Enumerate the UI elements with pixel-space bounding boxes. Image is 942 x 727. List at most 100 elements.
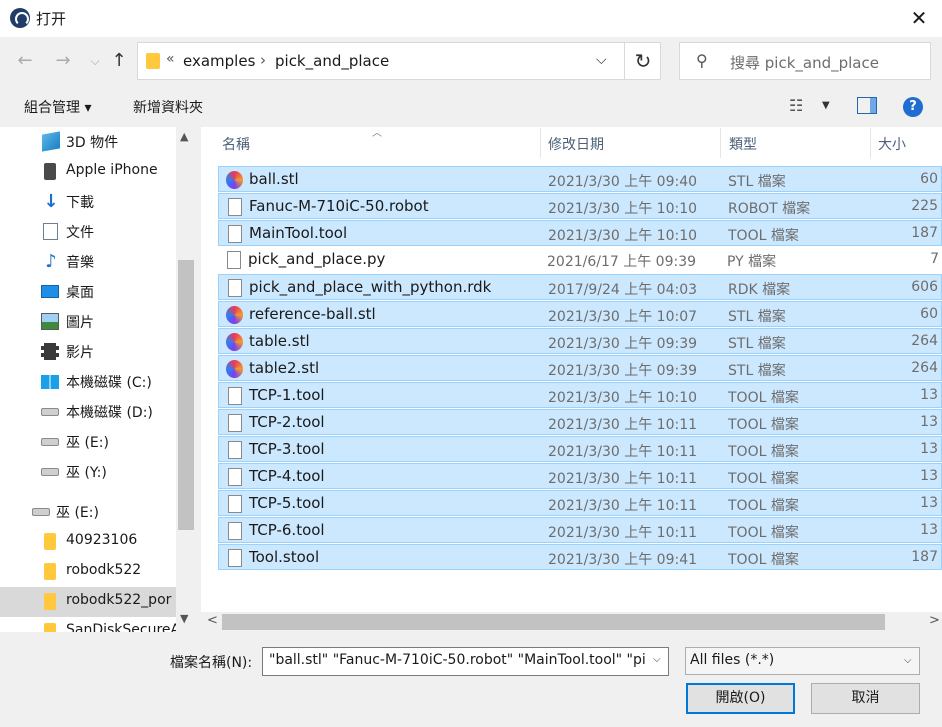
forward-button[interactable]: → (48, 46, 78, 76)
file-type: STL 檔案 (728, 363, 786, 379)
drive-icon (41, 468, 59, 476)
table-row[interactable]: table.stl 2021/3/30 上午 09:39 STL 檔案 264 (218, 328, 942, 354)
open-button[interactable]: 開啟(O) (686, 683, 795, 714)
search-box[interactable]: ⚲ 搜尋 pick_and_place (679, 42, 931, 80)
column-header-date[interactable]: 修改日期 (548, 134, 604, 154)
file-date: 2021/3/30 上午 10:10 (548, 390, 698, 406)
file-size: 606 (911, 279, 938, 295)
horizontal-scroll-thumb[interactable] (222, 614, 885, 630)
file-type-filter[interactable]: All files (*.*) ⌵ (685, 647, 920, 675)
sidebar-item-downloads[interactable]: ↓ 下載 (0, 187, 176, 217)
sidebar-item-label: 40923106 (66, 532, 138, 548)
column-divider[interactable] (870, 128, 871, 158)
filename-input[interactable]: "ball.stl" "Fanuc-M-710iC-50.robot" "Mai… (262, 647, 669, 676)
file-name: pick_and_place.py (248, 250, 386, 268)
breadcrumb-separator-icon[interactable]: › (260, 51, 266, 69)
sidebar-item-label: 巫 (E:) (56, 505, 99, 521)
sidebar-item-drive-e[interactable]: 巫 (E:) (0, 427, 176, 457)
sidebar-item-drive-d[interactable]: 本機磁碟 (D:) (0, 397, 176, 427)
column-header-size[interactable]: 大小 (878, 134, 906, 154)
table-row[interactable]: TCP-3.tool 2021/3/30 上午 10:11 TOOL 檔案 13 (218, 436, 942, 462)
column-header-name[interactable]: 名稱 (222, 134, 250, 154)
file-type: TOOL 檔案 (728, 498, 799, 514)
file-icon (228, 549, 242, 567)
sidebar-scroll-thumb[interactable] (178, 260, 194, 530)
refresh-button[interactable]: ↻ (625, 43, 661, 79)
stl-file-icon (226, 306, 243, 324)
sidebar-item-folder-robodk522-por[interactable]: robodk522_por (0, 587, 176, 617)
sidebar-item-pictures[interactable]: 圖片 (0, 307, 176, 337)
sidebar-item-label: 音樂 (66, 255, 94, 271)
folder-icon (146, 53, 160, 69)
filename-dropdown-icon[interactable]: ⌵ (653, 654, 661, 665)
file-type: TOOL 檔案 (728, 417, 799, 433)
table-row[interactable]: TCP-4.tool 2021/3/30 上午 10:11 TOOL 檔案 13 (218, 463, 942, 489)
file-date: 2021/3/30 上午 10:11 (548, 444, 698, 460)
view-options-icon[interactable]: ☷ (789, 96, 803, 115)
chevron-down-icon[interactable]: ⌵ (904, 655, 912, 666)
sidebar-item-drive-e-root[interactable]: 巫 (E:) (0, 497, 176, 527)
sidebar-item-folder-robodk522[interactable]: robodk522 (0, 557, 176, 587)
windows-drive-icon (41, 375, 59, 389)
table-row[interactable]: MainTool.tool 2021/3/30 上午 10:10 TOOL 檔案 18… (218, 220, 942, 246)
file-size: 13 (920, 495, 938, 511)
file-date: 2021/3/30 上午 09:39 (548, 336, 698, 352)
file-type: TOOL 檔案 (728, 444, 799, 460)
sidebar-item-3d-objects[interactable]: 3D 物件 (0, 127, 176, 157)
sidebar-item-apple-iphone[interactable]: Apple iPhone (0, 157, 176, 187)
sidebar-item-music[interactable]: ♪ 音樂 (0, 247, 176, 277)
scroll-right-icon[interactable]: > (929, 613, 940, 628)
address-dropdown-icon[interactable]: ⌵ (596, 52, 607, 68)
scroll-down-icon[interactable]: ▼ (180, 612, 188, 625)
table-row[interactable]: TCP-1.tool 2021/3/30 上午 10:10 TOOL 檔案 13 (218, 382, 942, 408)
table-row[interactable]: TCP-6.tool 2021/3/30 上午 10:11 TOOL 檔案 13 (218, 517, 942, 543)
sidebar-item-folder-40923106[interactable]: 40923106 (0, 527, 176, 557)
file-type: TOOL 檔案 (728, 228, 799, 244)
table-row[interactable]: pick_and_place.py 2021/6/17 上午 09:39 PY 檔案… (218, 247, 942, 273)
table-row[interactable]: TCP-5.tool 2021/3/30 上午 10:11 TOOL 檔案 13 (218, 490, 942, 516)
close-button[interactable]: ✕ (896, 0, 942, 37)
breadcrumb-pick-and-place[interactable]: pick_and_place (275, 52, 389, 70)
new-folder-button[interactable]: 新增資料夾 (133, 97, 203, 117)
table-row[interactable]: Fanuc-M-710iC-50.robot 2021/3/30 上午 10:10… (218, 193, 942, 219)
address-bar[interactable]: « examples › pick_and_place ⌵ ↻ (137, 42, 661, 80)
scroll-up-icon[interactable]: ▲ (180, 130, 188, 143)
sidebar-item-drive-y[interactable]: 巫 (Y:) (0, 457, 176, 487)
cancel-button[interactable]: 取消 (811, 683, 920, 714)
table-row[interactable]: ball.stl 2021/3/30 上午 09:40 STL 檔案 60 (218, 166, 942, 192)
file-date: 2021/3/30 上午 10:10 (548, 201, 698, 217)
breadcrumb-overflow[interactable]: « (166, 51, 175, 67)
file-size: 187 (911, 225, 938, 241)
search-input[interactable]: 搜尋 pick_and_place (730, 52, 879, 73)
table-row[interactable]: Tool.stool 2021/3/30 上午 09:41 TOOL 檔案 187 (218, 544, 942, 570)
folder-icon (44, 533, 56, 550)
sidebar-item-folder-sandisk[interactable]: SanDiskSecureA (0, 617, 180, 632)
organize-menu[interactable]: 組合管理 ▾ (24, 97, 91, 117)
sidebar-item-drive-c[interactable]: 本機磁碟 (C:) (0, 367, 176, 397)
up-button[interactable]: ↑ (104, 46, 134, 76)
table-row[interactable]: reference-ball.stl 2021/3/30 上午 10:07 STL … (218, 301, 942, 327)
table-row[interactable]: table2.stl 2021/3/30 上午 09:39 STL 檔案 264 (218, 355, 942, 381)
column-header-type[interactable]: 類型 (729, 134, 757, 154)
file-name: Tool.stool (249, 548, 320, 566)
scroll-left-icon[interactable]: < (207, 613, 218, 628)
sidebar-item-documents[interactable]: 文件 (0, 217, 176, 247)
sidebar-item-videos[interactable]: 影片 (0, 337, 176, 367)
file-date: 2021/3/30 上午 10:10 (548, 228, 698, 244)
file-name: TCP-6.tool (249, 521, 325, 539)
table-row[interactable]: pick_and_place_with_python.rdk 2017/9/24 … (218, 274, 942, 300)
sidebar-item-desktop[interactable]: 桌面 (0, 277, 176, 307)
table-row[interactable]: TCP-2.tool 2021/3/30 上午 10:11 TOOL 檔案 13 (218, 409, 942, 435)
column-divider[interactable] (540, 128, 541, 158)
column-divider[interactable] (720, 128, 721, 158)
breadcrumb-examples[interactable]: examples (183, 52, 255, 70)
sidebar-item-label: 圖片 (66, 315, 94, 331)
preview-pane-icon[interactable] (857, 97, 877, 114)
sidebar-item-label: 文件 (66, 225, 94, 241)
file-name: pick_and_place_with_python.rdk (249, 278, 492, 296)
file-name: reference-ball.stl (249, 305, 376, 323)
back-button[interactable]: ← (10, 46, 40, 76)
help-icon[interactable]: ? (903, 97, 923, 117)
folder-icon (44, 593, 56, 610)
view-dropdown-icon[interactable]: ▼ (822, 100, 830, 111)
